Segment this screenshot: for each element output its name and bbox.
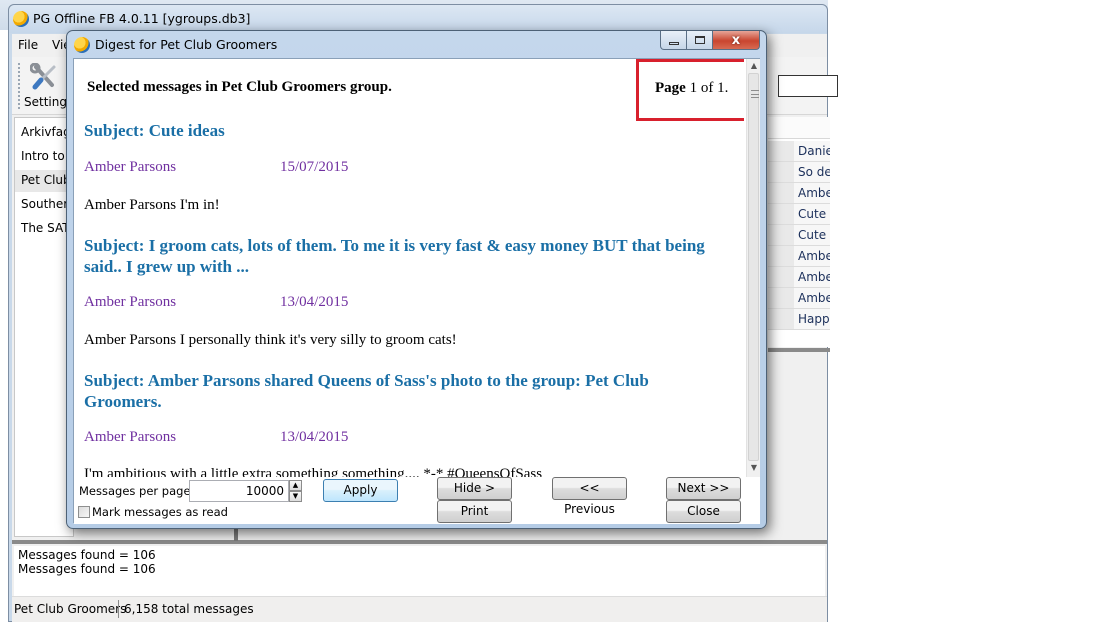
output-log: Messages found = 106 Messages found = 10…: [14, 546, 825, 596]
minimize-icon: [668, 41, 679, 45]
output-splitter[interactable]: [12, 540, 827, 544]
mark-read-checkbox[interactable]: [78, 506, 90, 518]
thumb-grip-icon: [751, 90, 759, 98]
page-indicator: Page 1 of 1.: [655, 80, 728, 97]
spin-up-button[interactable]: ▲: [289, 480, 302, 491]
page-total: 1.: [717, 80, 729, 96]
message-list: Danie So de Ambe Cute Cute Ambe Ambe Amb…: [768, 117, 830, 347]
previous-button[interactable]: << Previous: [552, 477, 627, 516]
message-row[interactable]: Ambe: [768, 246, 830, 267]
log-line: Messages found = 106: [18, 562, 156, 576]
app-logo-icon: [13, 11, 29, 27]
message-date: 15/07/2015: [280, 159, 349, 175]
message-date: 13/04/2015: [280, 294, 349, 310]
message-row[interactable]: Cute: [768, 225, 830, 246]
log-line: Messages found = 106: [18, 548, 156, 562]
caption-buttons: x: [660, 31, 760, 50]
scroll-down-icon[interactable]: ▼: [749, 463, 759, 473]
print-button[interactable]: Print: [437, 500, 512, 523]
vertical-scrollbar[interactable]: ▲ ▼: [746, 59, 760, 477]
message-row[interactable]: Danie: [768, 141, 830, 162]
page-word: Page: [655, 80, 686, 96]
message-list-header[interactable]: [768, 117, 830, 139]
hide-button[interactable]: Hide >: [437, 477, 512, 500]
page-indicator-highlight: Page 1 of 1.: [636, 59, 744, 121]
message-date: 13/04/2015: [280, 429, 349, 445]
scrollbar-thumb[interactable]: [748, 73, 759, 461]
messages-per-page-input[interactable]: 10000: [189, 480, 289, 502]
maximize-icon: [694, 36, 705, 44]
dialog-titlebar[interactable]: Digest for Pet Club Groomers x: [67, 31, 766, 57]
statusbar: Pet Club Groomers 6,158 total messages: [12, 596, 827, 622]
group-list: Arkivfagl Intro to I Pet Club Southern T…: [14, 117, 74, 537]
list-splitter[interactable]: [768, 348, 830, 352]
message-row[interactable]: Ambe: [768, 288, 830, 309]
message-row[interactable]: Happ: [768, 309, 830, 330]
message-row[interactable]: Ambe: [768, 267, 830, 288]
mark-read-label: Mark messages as read: [92, 505, 228, 519]
splitter-grip: [234, 529, 238, 541]
dialog-title: Digest for Pet Club Groomers: [95, 37, 278, 52]
messages-per-page-spinner: ▲ ▼: [289, 480, 302, 502]
message-row[interactable]: Cute: [768, 204, 830, 225]
message-subject: Subject: I groom cats, lots of them. To …: [84, 236, 705, 276]
message-body: Amber Parsons I'm in!: [84, 197, 220, 213]
messages-per-page-label: Messages per page: [79, 484, 191, 498]
next-button[interactable]: Next >>: [666, 477, 741, 500]
group-list-item[interactable]: The SATC: [15, 218, 73, 240]
group-list-item[interactable]: Arkivfagl: [15, 122, 73, 144]
dialog-client-area: Selected messages in Pet Club Groomers g…: [73, 58, 760, 524]
minimize-button[interactable]: [660, 31, 687, 50]
message-subject: Subject: Amber Parsons shared Queens of …: [84, 371, 649, 411]
digest-viewer: Selected messages in Pet Club Groomers g…: [74, 59, 760, 477]
group-list-item[interactable]: Southern: [15, 194, 73, 216]
page-of: of: [700, 80, 714, 96]
digest-controls: Messages per page 10000 ▲ ▼ Apply Mark m…: [74, 477, 760, 524]
status-total-messages: 6,158 total messages: [124, 602, 254, 616]
settings-tools-icon: [30, 63, 56, 90]
message-subject: Subject: Cute ideas: [84, 121, 225, 140]
message-body: Amber Parsons I personally think it's ve…: [84, 332, 457, 348]
message-row[interactable]: Ambe: [768, 183, 830, 204]
message-row[interactable]: So de: [768, 162, 830, 183]
main-titlebar: PG Offline FB 4.0.11 [ygroups.db3]: [9, 5, 827, 33]
message-body: I'm ambitious with a little extra someth…: [84, 466, 543, 477]
message-author: Amber Parsons: [84, 294, 177, 310]
close-window-button[interactable]: x: [713, 31, 760, 50]
digest-content: Selected messages in Pet Club Groomers g…: [74, 59, 744, 477]
app-logo-icon: [74, 37, 90, 53]
status-group-name: Pet Club Groomers: [14, 602, 127, 616]
message-author: Amber Parsons: [84, 159, 177, 175]
group-list-item[interactable]: Intro to I: [15, 146, 73, 168]
main-window-title: PG Offline FB 4.0.11 [ygroups.db3]: [33, 11, 251, 26]
spin-down-button[interactable]: ▼: [289, 491, 302, 502]
maximize-button[interactable]: [687, 31, 713, 50]
group-list-item-selected[interactable]: Pet Club: [15, 170, 73, 192]
menu-file[interactable]: File: [18, 38, 38, 52]
message-author: Amber Parsons: [84, 429, 177, 445]
apply-button[interactable]: Apply: [323, 479, 398, 502]
scroll-up-icon[interactable]: ▲: [749, 61, 759, 71]
status-separator: [118, 600, 119, 618]
close-icon: x: [731, 32, 741, 48]
toolbar-grip[interactable]: [18, 63, 20, 109]
digest-heading: Selected messages in Pet Club Groomers g…: [87, 79, 392, 95]
close-button[interactable]: Close: [666, 500, 741, 523]
digest-dialog: Digest for Pet Club Groomers x Selected …: [66, 30, 767, 529]
page-current: 1: [689, 80, 698, 96]
search-input[interactable]: [778, 75, 838, 97]
